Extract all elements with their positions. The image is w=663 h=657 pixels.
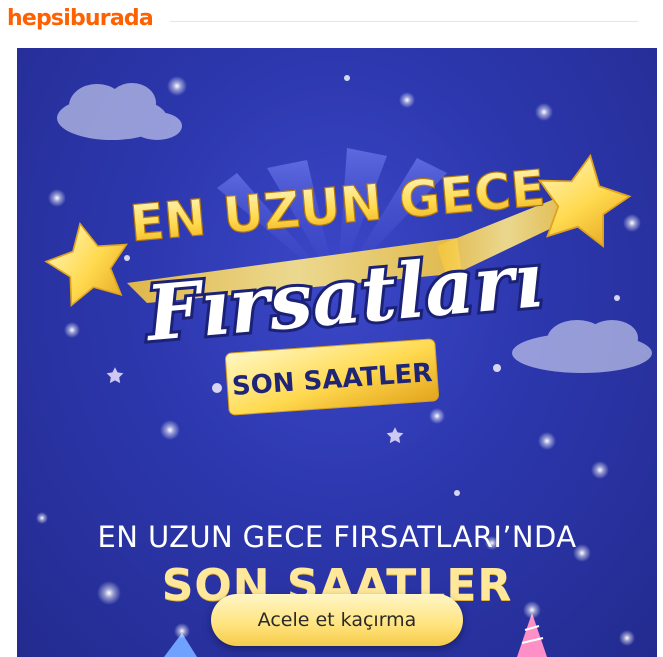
headline-line-1: EN UZUN GECE FIRSATLARI’NDA: [97, 520, 577, 554]
header: hepsiburada: [0, 0, 663, 44]
logo-script-word: Fırsatları: [141, 235, 546, 358]
star-icon: [106, 367, 124, 384]
hepsiburada-logo[interactable]: hepsiburada: [7, 6, 154, 31]
party-hat-icon: [164, 623, 197, 657]
promo-banner[interactable]: EN UZUN GECE Fırsatları SON SAATLER EN U…: [17, 48, 657, 657]
star-icon: [386, 427, 404, 444]
son-saatler-badge: SON SAATLER: [224, 338, 440, 416]
cloud-icon: [57, 83, 182, 140]
acele-et-button[interactable]: Acele et kaçırma: [211, 594, 463, 646]
header-divider: [170, 21, 638, 22]
cloud-icon: [512, 320, 652, 373]
